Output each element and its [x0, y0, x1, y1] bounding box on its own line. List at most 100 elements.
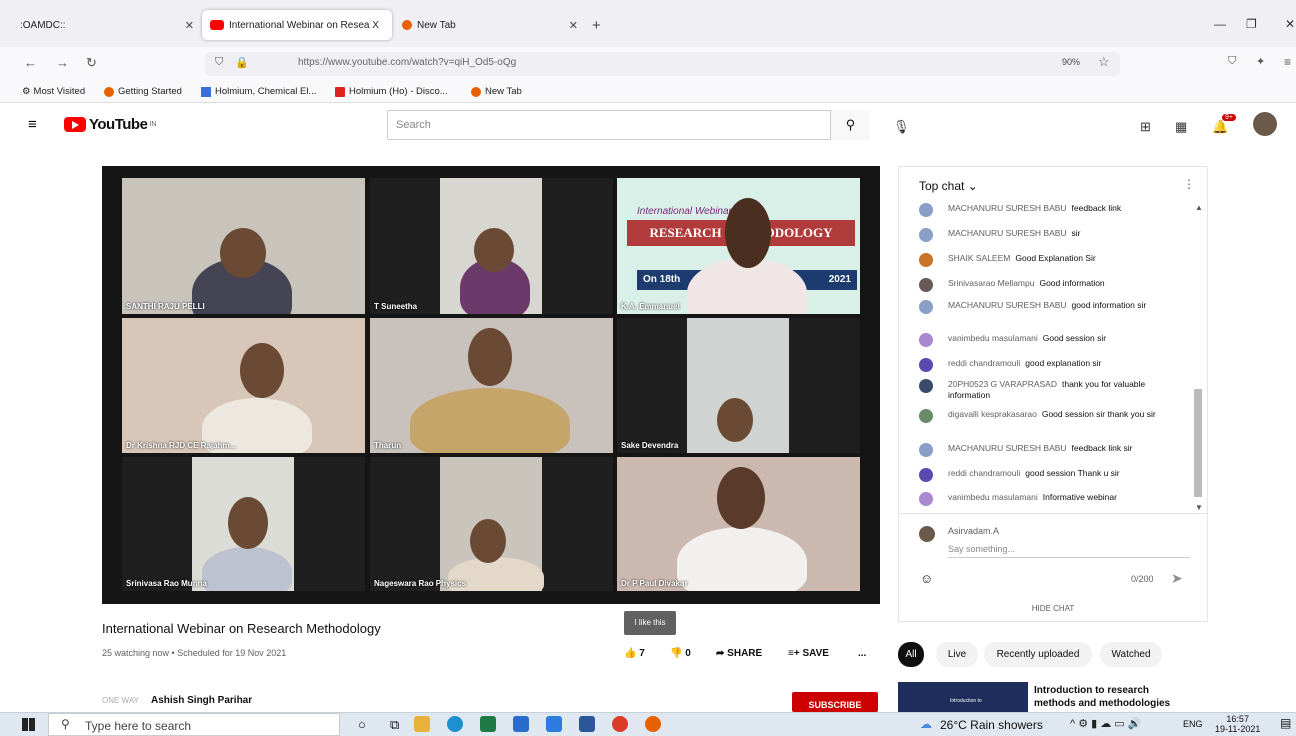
language-indicator[interactable]: ENG [1183, 719, 1203, 729]
teams-icon[interactable] [546, 716, 562, 732]
recommended-thumbnail[interactable]: Introduction to [898, 682, 1028, 712]
chat-filter-dropdown[interactable]: Top chat ⌄ [919, 179, 978, 193]
task-view-icon[interactable]: ⧉ [390, 717, 399, 733]
participant-body [202, 547, 292, 591]
tray-icons[interactable]: ^ ⚙ ▮ ☁ ▭ 🔊 [1070, 717, 1141, 730]
reload-icon[interactable]: ↻ [86, 55, 97, 71]
maximize-icon[interactable]: ❐ [1246, 17, 1257, 31]
shield-icon: ⛉ [215, 56, 224, 68]
youtube-logo[interactable]: YouTube IN [64, 116, 156, 133]
more-actions-button[interactable]: ... [858, 648, 866, 659]
mail-icon[interactable] [513, 716, 529, 732]
menu-icon[interactable]: ≡ [1284, 55, 1291, 69]
chip-all[interactable]: All [898, 642, 924, 667]
scroll-down-icon[interactable]: ▼ [1195, 503, 1203, 512]
notifications-icon[interactable]: ▤ [1280, 716, 1291, 730]
firefox-icon[interactable] [645, 716, 661, 732]
channel-logo[interactable]: ONE WAY [102, 696, 139, 705]
bookmark-getting-started[interactable]: Getting Started [104, 86, 182, 97]
participant-tile: T Suneetha [370, 178, 613, 314]
channel-name[interactable]: Ashish Singh Parihar [151, 695, 252, 706]
thumbnail-text: Introduction to [950, 698, 982, 704]
zoom-level[interactable]: 90% [1062, 57, 1080, 67]
chevron-down-icon: ⌄ [967, 179, 978, 193]
chat-message: MACHANURU SURESH BABU feedback link sir [919, 443, 1181, 457]
like-count: 7 [639, 648, 645, 659]
recommended-title[interactable]: Introduction to research methods and met… [1034, 684, 1184, 710]
tab-new-tab[interactable]: New Tab ✕ [394, 10, 584, 40]
chat-scrollbar[interactable] [1194, 389, 1202, 497]
bookmark-holmium-1[interactable]: Holmium, Chemical El... [201, 86, 316, 97]
chip-recently-uploaded[interactable]: Recently uploaded [984, 642, 1092, 667]
send-icon[interactable]: ➤ [1171, 570, 1183, 587]
dislike-button[interactable]: 👎 0 [670, 648, 691, 659]
search-icon[interactable]: ⚲ [830, 110, 870, 140]
apps-grid-icon[interactable]: ▦ [1175, 119, 1187, 135]
url-text[interactable]: https://www.youtube.com/watch?v=qiH_Od5-… [298, 57, 516, 68]
chat-message: 20PH0523 G VARAPRASAD thank you for valua… [919, 379, 1181, 401]
chat-message-input[interactable]: Say something... [948, 544, 1190, 558]
edge-icon[interactable] [447, 716, 463, 732]
bookmark-holmium-2[interactable]: Holmium (Ho) - Disco... [335, 86, 448, 97]
tab-oamdc[interactable]: :OAMDC:: ✕ [12, 10, 200, 40]
windows-start-icon[interactable] [22, 718, 35, 731]
bookmark-star-icon[interactable]: ☆ [1098, 54, 1110, 70]
back-icon[interactable]: ← [24, 55, 37, 70]
participant-body [677, 527, 807, 591]
like-button[interactable]: 👍 7 [624, 648, 645, 659]
file-explorer-icon[interactable] [414, 716, 430, 732]
message-text: Good session sir thank you sir [1041, 409, 1156, 419]
date: 19-11-2021 [1215, 724, 1261, 734]
taskbar-search-placeholder: Type here to search [85, 719, 192, 733]
bookmark-new-tab[interactable]: New Tab [471, 86, 522, 97]
word-icon[interactable] [579, 716, 595, 732]
message-author: MACHANURU SURESH BABU [948, 300, 1067, 310]
forward-icon[interactable]: → [56, 55, 69, 70]
emoji-icon[interactable]: ☺ [920, 571, 933, 586]
more-vert-icon[interactable]: ⋮ [1183, 177, 1195, 191]
close-icon[interactable]: ✕ [185, 19, 194, 32]
subscribe-button[interactable]: SUBSCRIBE [792, 692, 878, 712]
participant-head [220, 228, 266, 278]
minimize-icon[interactable]: — [1214, 17, 1226, 31]
notification-badge: 9+ [1222, 114, 1236, 121]
chrome-icon[interactable] [612, 716, 628, 732]
avatar[interactable] [1253, 112, 1277, 136]
create-video-icon[interactable]: ⊞ [1140, 119, 1151, 135]
weather-text[interactable]: 26°C Rain showers [940, 718, 1043, 732]
tab-webinar[interactable]: International Webinar on Resea X [202, 10, 392, 40]
hide-chat-button[interactable]: HIDE CHAT [899, 604, 1207, 613]
message-author: MACHANURU SURESH BABU [948, 443, 1067, 453]
browser-tab-bar: :OAMDC:: ✕ International Webinar on Resea… [0, 0, 1296, 47]
clock[interactable]: 16:57 19-11-2021 [1215, 714, 1260, 734]
share-icon: ➦ [716, 648, 725, 659]
chip-live[interactable]: Live [936, 642, 978, 667]
chip-watched[interactable]: Watched [1100, 642, 1162, 667]
participant-name: Tharun [374, 441, 402, 450]
bookmark-most-visited[interactable]: ⚙ Most Visited [22, 86, 85, 97]
taskbar-search-input[interactable]: ⚲ Type here to search [48, 713, 340, 736]
participant-tile: Dr Krishna RJD CE Rajahm... [122, 318, 365, 453]
bookmark-label: Holmium (Ho) - Disco... [349, 86, 448, 97]
close-window-icon[interactable]: ✕ [1285, 17, 1295, 31]
chat-message: digavalli kesprakasarao Good session sir … [919, 409, 1181, 423]
share-button[interactable]: ➦ SHARE [716, 648, 762, 659]
extension-icon[interactable]: ✦ [1256, 55, 1265, 68]
participant-head [470, 519, 506, 563]
microphone-icon[interactable]: 🎙 [893, 119, 910, 135]
search-input[interactable]: Search [387, 110, 870, 140]
participant-tile: Srinivasa Rao Munna [122, 457, 365, 591]
video-player[interactable]: SANTHI RAJU PELLI T Suneetha RESEARCH ME… [102, 166, 880, 604]
hamburger-menu-icon[interactable]: ≡ [28, 116, 37, 133]
bell-icon[interactable]: 🔔 [1212, 119, 1228, 135]
save-button[interactable]: ≡+ SAVE [788, 648, 829, 659]
cortana-icon[interactable]: ○ [358, 717, 366, 732]
message-author: Srinivasarao Mellampu [948, 278, 1035, 288]
excel-icon[interactable] [480, 716, 496, 732]
message-text: feedback link [1071, 203, 1122, 213]
avatar [919, 253, 933, 267]
close-icon[interactable]: ✕ [569, 19, 578, 32]
scroll-up-icon[interactable]: ▲ [1195, 203, 1203, 212]
pocket-icon[interactable]: ⛉ [1228, 55, 1236, 68]
new-tab-icon[interactable]: + [592, 17, 601, 34]
